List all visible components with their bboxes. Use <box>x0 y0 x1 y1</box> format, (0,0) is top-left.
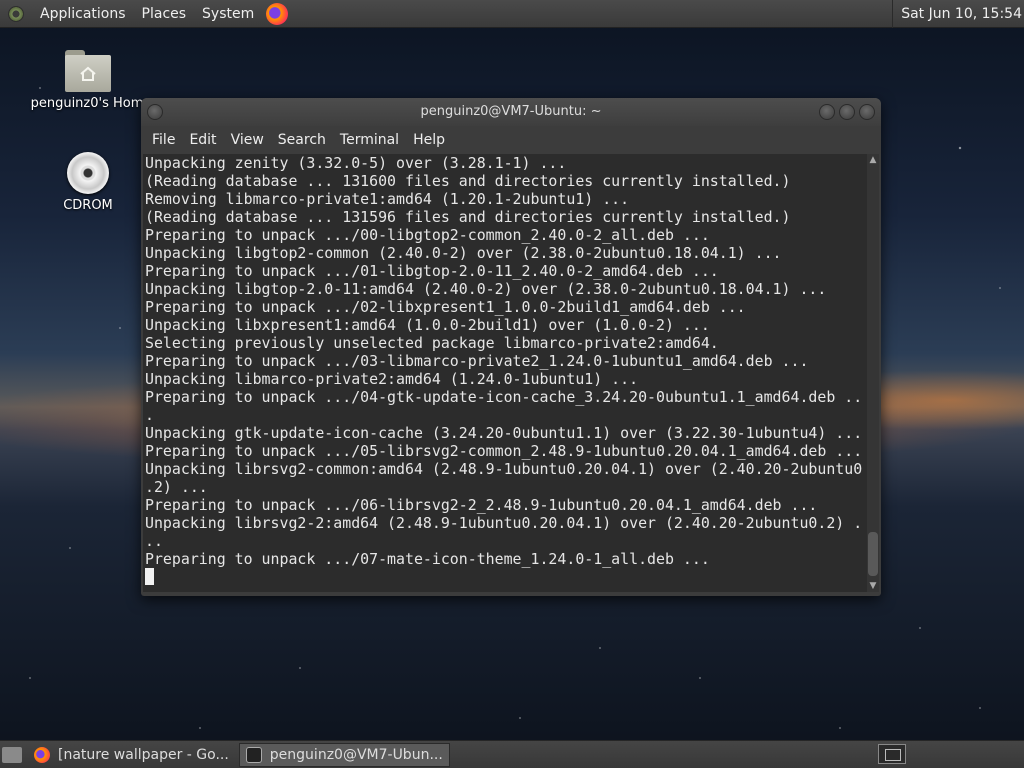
menu-search[interactable]: Search <box>271 126 333 154</box>
minimize-icon[interactable] <box>819 104 835 120</box>
terminal-line: (Reading database ... 131596 files and d… <box>145 208 791 226</box>
terminal-line: Preparing to unpack .../05-librsvg2-comm… <box>145 442 863 460</box>
terminal-line: Preparing to unpack .../03-libmarco-priv… <box>145 352 809 370</box>
maximize-icon[interactable] <box>839 104 855 120</box>
task-label: [nature wallpaper - Go... <box>58 746 229 763</box>
menu-view[interactable]: View <box>224 126 271 154</box>
terminal-line: . <box>145 406 154 424</box>
window-title: penguinz0@VM7-Ubuntu: ~ <box>420 104 602 119</box>
terminal-line: Unpacking gtk-update-icon-cache (3.24.20… <box>145 424 863 442</box>
terminal-line: Selecting previously unselected package … <box>145 334 719 352</box>
menu-system[interactable]: System <box>194 0 262 28</box>
close-icon[interactable] <box>859 104 875 120</box>
terminal-text: Unpacking zenity (3.32.0-5) over (3.28.1… <box>143 154 867 568</box>
terminal-line: Unpacking libgtop-2.0-11:amd64 (2.40.0-2… <box>145 280 827 298</box>
show-desktop-icon[interactable] <box>2 746 22 763</box>
menu-terminal[interactable]: Terminal <box>333 126 406 154</box>
menu-edit[interactable]: Edit <box>182 126 223 154</box>
scroll-down-icon[interactable]: ▼ <box>867 580 879 592</box>
mate-logo-icon[interactable] <box>8 5 24 22</box>
workspace-switcher[interactable] <box>878 744 906 764</box>
terminal-line: Unpacking zenity (3.32.0-5) over (3.28.1… <box>145 154 567 172</box>
menu-places[interactable]: Places <box>134 0 195 28</box>
terminal-menubar: File Edit View Search Terminal Help <box>141 126 881 154</box>
scroll-up-icon[interactable]: ▲ <box>867 154 879 166</box>
terminal-line: Removing libmarco-private1:amd64 (1.20.1… <box>145 190 630 208</box>
home-folder-icon <box>65 50 111 92</box>
task-terminal[interactable]: penguinz0@VM7-Ubun... <box>238 742 450 767</box>
firefox-launcher-icon[interactable] <box>266 2 289 25</box>
task-firefox[interactable]: [nature wallpaper - Go... <box>28 743 235 767</box>
panel-clock[interactable]: Sat Jun 10, 15:54 <box>892 0 1024 28</box>
terminal-line: Preparing to unpack .../02-libxpresent1_… <box>145 298 746 316</box>
terminal-line: .. <box>145 532 163 550</box>
firefox-icon <box>34 746 50 763</box>
menu-file[interactable]: File <box>145 126 182 154</box>
terminal-line: (Reading database ... 131600 files and d… <box>145 172 791 190</box>
terminal-line: Unpacking librsvg2-common:amd64 (2.48.9-… <box>145 460 863 478</box>
desktop-icon-label: CDROM <box>63 198 113 213</box>
terminal-output[interactable]: Unpacking zenity (3.32.0-5) over (3.28.1… <box>143 154 867 592</box>
terminal-window[interactable]: penguinz0@VM7-Ubuntu: ~ File Edit View S… <box>141 98 881 596</box>
terminal-line: Unpacking libgtop2-common (2.40.0-2) ove… <box>145 244 782 262</box>
terminal-scrollbar[interactable]: ▲ ▼ <box>867 154 879 592</box>
terminal-line: Preparing to unpack .../06-librsvg2-2_2.… <box>145 496 818 514</box>
terminal-icon <box>245 746 262 763</box>
bottom-taskbar: [nature wallpaper - Go... penguinz0@VM7-… <box>0 740 1024 768</box>
terminal-line: Preparing to unpack .../00-libgtop2-comm… <box>145 226 710 244</box>
top-panel: Applications Places System Sat Jun 10, 1… <box>0 0 1024 28</box>
terminal-line: Unpacking libmarco-private2:amd64 (1.24.… <box>145 370 639 388</box>
window-titlebar[interactable]: penguinz0@VM7-Ubuntu: ~ <box>141 98 881 126</box>
terminal-line: Preparing to unpack .../04-gtk-update-ic… <box>145 388 863 406</box>
task-label: penguinz0@VM7-Ubun... <box>269 746 443 763</box>
menu-help[interactable]: Help <box>406 126 452 154</box>
cdrom-icon <box>67 152 109 194</box>
terminal-line: Unpacking libxpresent1:amd64 (1.0.0-2bui… <box>145 316 710 334</box>
scrollbar-thumb[interactable] <box>868 532 878 576</box>
desktop-icon-home[interactable]: penguinz0's Hom <box>28 50 148 111</box>
desktop-icon-cdrom[interactable]: CDROM <box>28 152 148 213</box>
terminal-line: Preparing to unpack .../07-mate-icon-the… <box>145 550 710 568</box>
terminal-cursor <box>145 568 154 585</box>
menu-applications[interactable]: Applications <box>32 0 134 28</box>
terminal-line: Preparing to unpack .../01-libgtop-2.0-1… <box>145 262 719 280</box>
desktop-icon-label: penguinz0's Hom <box>30 96 144 111</box>
terminal-line: Unpacking librsvg2-2:amd64 (2.48.9-1ubun… <box>145 514 863 532</box>
terminal-line: .2) ... <box>145 478 208 496</box>
